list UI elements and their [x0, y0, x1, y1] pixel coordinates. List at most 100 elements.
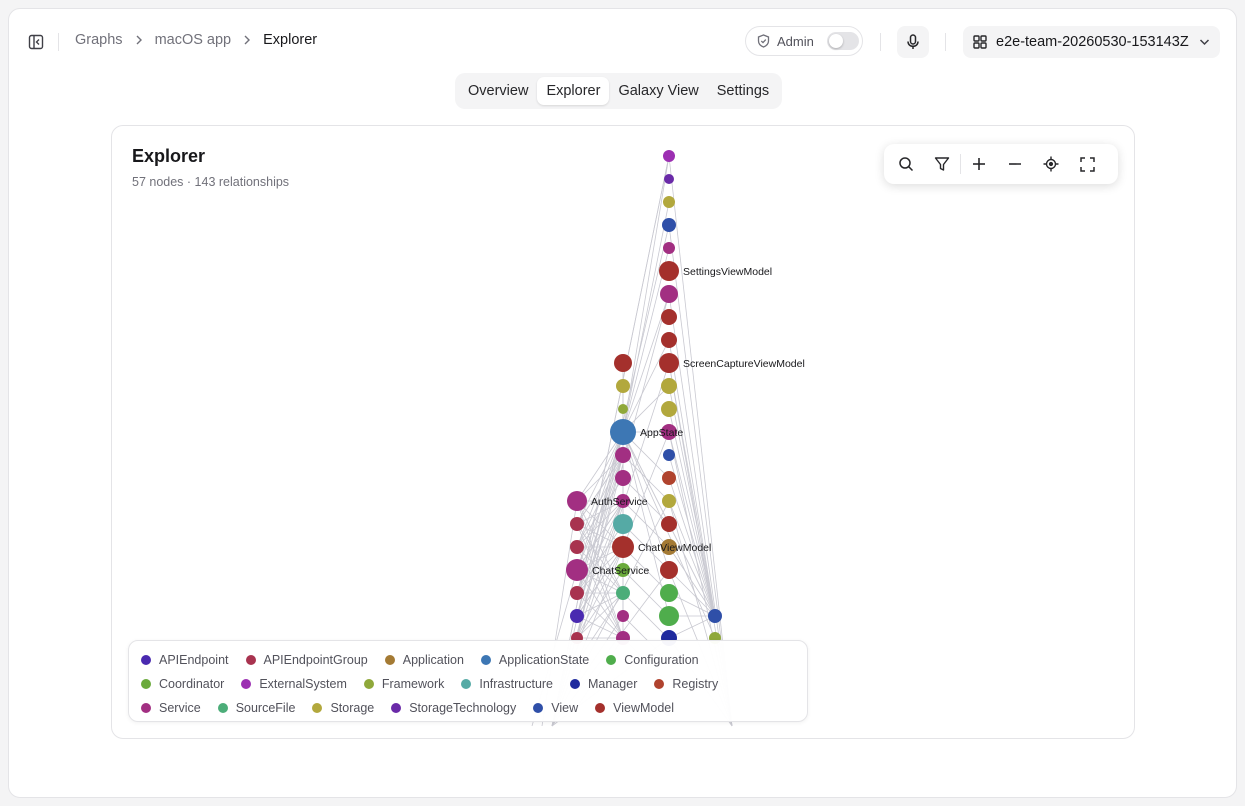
legend-label: APIEndpoint — [159, 653, 229, 667]
graph-node[interactable] — [662, 471, 676, 485]
legend-item: Configuration — [606, 648, 699, 672]
divider — [880, 33, 881, 51]
chevron-down-icon — [1199, 38, 1210, 46]
zoom-out-button[interactable] — [997, 148, 1033, 180]
legend-item: Framework — [363, 672, 444, 696]
graph-edge — [668, 362, 716, 617]
legend-dot — [384, 655, 395, 665]
graph-node[interactable] — [659, 261, 679, 281]
graph-node[interactable] — [661, 309, 677, 325]
legend-label: StorageTechnology — [409, 701, 517, 715]
graph-node[interactable] — [613, 514, 633, 534]
legend-dot — [606, 655, 617, 665]
legend-label: ViewModel — [613, 701, 675, 715]
legend-label: Coordinator — [159, 677, 225, 691]
legend-item: SourceFile — [217, 696, 296, 720]
tab-explorer[interactable]: Explorer — [537, 77, 610, 105]
graph-node[interactable] — [616, 379, 630, 393]
graph-node[interactable] — [661, 401, 677, 417]
locate-button[interactable] — [1033, 148, 1069, 180]
graph-node[interactable] — [615, 447, 631, 463]
graph-node[interactable] — [566, 559, 588, 581]
graph-node-label: ScreenCaptureViewModel — [683, 358, 805, 370]
legend-item: Coordinator — [141, 672, 224, 696]
legend-dot — [363, 679, 374, 689]
graph-node[interactable] — [663, 150, 675, 162]
sidebar-toggle-icon[interactable] — [23, 29, 49, 55]
admin-toggle[interactable] — [826, 32, 859, 50]
legend-label: Manager — [588, 677, 638, 691]
admin-mode-control: Admin — [745, 26, 863, 56]
panel-title: Explorer — [132, 146, 206, 166]
filter-icon — [934, 156, 950, 172]
graph-toolbar — [884, 144, 1118, 184]
graph-node[interactable] — [570, 609, 584, 623]
top-bar: Graphs macOS app Explorer Admin e2e-team… — [9, 9, 1236, 75]
filter-button[interactable] — [924, 148, 960, 180]
legend-item: StorageTechnology — [391, 696, 516, 720]
admin-label: Admin — [777, 33, 814, 49]
breadcrumb-graphs[interactable]: Graphs — [75, 32, 123, 48]
zoom-in-button[interactable] — [961, 148, 997, 180]
legend-label: ApplicationState — [498, 653, 590, 667]
breadcrumb-explorer: Explorer — [263, 32, 318, 48]
tab-overview[interactable]: Overview — [459, 77, 537, 105]
graph-node[interactable] — [661, 378, 677, 394]
graph-node[interactable] — [663, 242, 675, 254]
tab-settings[interactable]: Settings — [708, 77, 778, 105]
tab-galaxy-view[interactable]: Galaxy View — [609, 77, 707, 105]
graph-node[interactable] — [660, 285, 678, 303]
graph-node[interactable] — [567, 491, 587, 511]
legend-dot — [654, 679, 665, 689]
legend-item: ViewModel — [595, 696, 674, 720]
graph-node[interactable] — [663, 196, 675, 208]
graph-node[interactable] — [662, 494, 676, 508]
legend-label: APIEndpointGroup — [263, 653, 368, 667]
graph-node[interactable] — [663, 449, 675, 461]
breadcrumb-macos-app[interactable]: macOS app — [155, 32, 232, 48]
graph-node[interactable] — [661, 332, 677, 348]
graph-node[interactable] — [660, 561, 678, 579]
microphone-icon — [906, 34, 920, 50]
search-button[interactable] — [888, 148, 924, 180]
graph-node[interactable] — [662, 218, 676, 232]
graph-node[interactable] — [617, 610, 629, 622]
microphone-button[interactable] — [897, 26, 929, 58]
fullscreen-button[interactable] — [1069, 148, 1105, 180]
graph-node-label: ChatViewModel — [638, 542, 711, 554]
graph-node[interactable] — [612, 536, 634, 558]
graph-node[interactable] — [570, 517, 584, 531]
chevron-right-icon — [135, 35, 143, 45]
search-icon — [898, 156, 914, 172]
graph-node[interactable] — [615, 470, 631, 486]
legend-item: View — [533, 696, 578, 720]
legend-label: Application — [402, 653, 464, 667]
legend-item: Infrastructure — [461, 672, 553, 696]
legend-dot — [141, 655, 151, 665]
graph-node[interactable] — [664, 174, 674, 184]
legend-dot — [480, 655, 491, 665]
legend-dot — [141, 679, 151, 689]
legend-label: Service — [159, 701, 201, 715]
graph-node-label: ChatService — [592, 565, 649, 577]
divider — [945, 33, 946, 51]
graph-node[interactable] — [618, 404, 628, 414]
legend-item: Storage — [312, 696, 374, 720]
graph-node[interactable] — [570, 586, 584, 600]
graph-node[interactable] — [708, 609, 722, 623]
graph-node[interactable] — [614, 354, 632, 372]
graph-node[interactable] — [616, 586, 630, 600]
graph-node[interactable] — [659, 606, 679, 626]
graph-node[interactable] — [659, 353, 679, 373]
graph-node[interactable] — [570, 540, 584, 554]
graph-node[interactable] — [610, 419, 636, 445]
legend-dot — [141, 703, 151, 713]
legend-item: Service — [141, 696, 201, 720]
graph-node[interactable] — [661, 516, 677, 532]
view-tabs: Overview Explorer Galaxy View Settings — [455, 73, 783, 109]
team-selector[interactable]: e2e-team-20260530-153143Z — [963, 26, 1220, 58]
chevron-right-icon — [243, 35, 251, 45]
legend-label: SourceFile — [235, 701, 296, 715]
legend-dot — [533, 703, 544, 713]
graph-node[interactable] — [660, 584, 678, 602]
